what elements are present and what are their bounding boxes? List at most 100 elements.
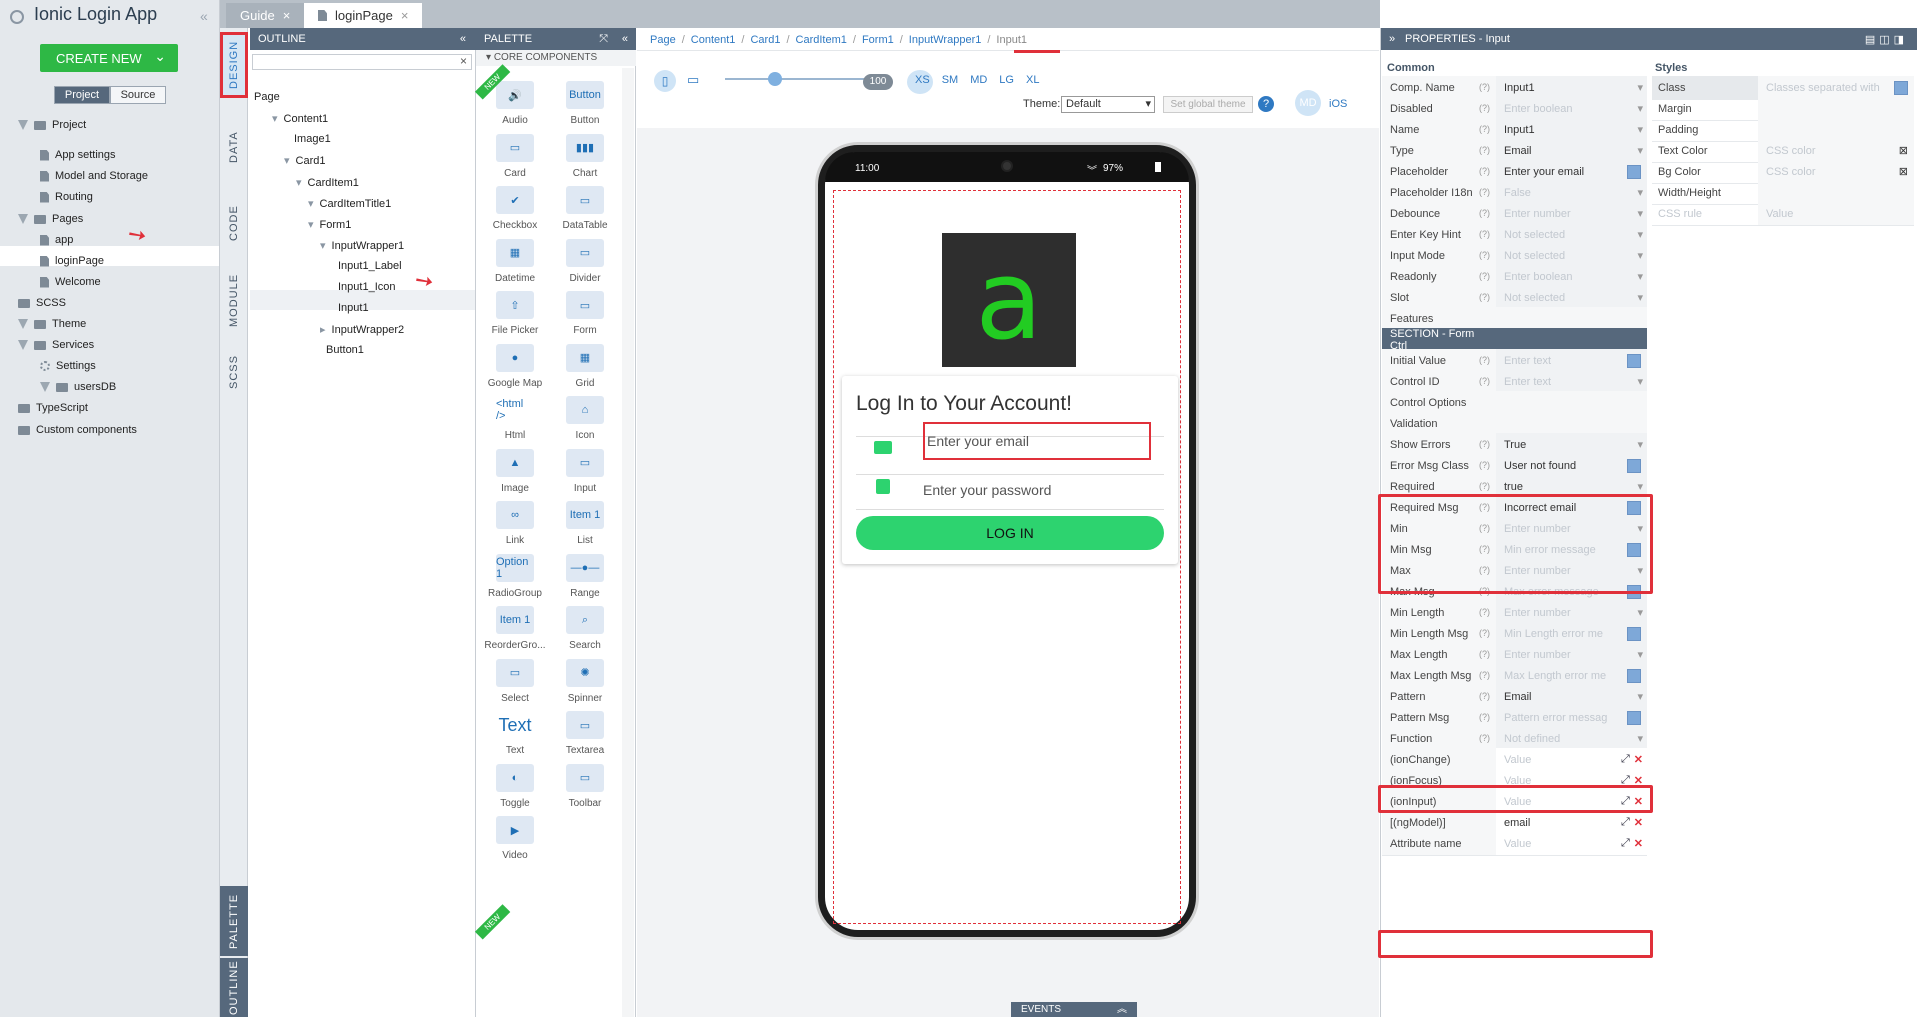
fold-icon[interactable]: ▾ [308,197,314,210]
events-bar[interactable]: EVENTS ︽ [1011,1002,1137,1017]
tree-item[interactable]: usersDB [40,381,116,393]
chevron-down-icon[interactable]: ▾ [1637,102,1643,115]
tree-item[interactable]: Project [18,119,86,131]
tree-item[interactable]: Pages [18,213,83,225]
help-icon[interactable]: (?) [1479,649,1490,661]
edit-text-icon[interactable] [1627,353,1641,368]
property-value[interactable]: true [1504,481,1523,493]
zoom-slider[interactable] [725,78,865,80]
zoom-slider-handle[interactable] [768,72,782,86]
palette-item[interactable]: ▭ Card [480,123,550,183]
expand-icon[interactable]: ⤢ [1621,816,1630,829]
help-icon[interactable]: (?) [1479,733,1490,745]
tree-item[interactable]: app [40,234,73,246]
palette-item[interactable]: ▶ Video [480,805,550,865]
property-value[interactable]: Enter text [1504,376,1551,388]
property-value[interactable]: Value [1504,838,1531,850]
outline-item[interactable]: ▾ Content1 [272,112,328,126]
chevron-down-icon[interactable]: ▾ [1637,732,1643,745]
tab-palette[interactable]: PALETTE [220,886,248,956]
property-value[interactable]: Enter boolean [1504,271,1573,283]
chevron-down-icon[interactable]: ▾ [1637,123,1643,136]
palette-item[interactable]: ⌂ Icon [550,385,620,445]
size-lg[interactable]: LG [999,74,1014,86]
chevron-down-icon[interactable]: ▾ [1637,291,1643,304]
fold-icon[interactable] [18,340,28,350]
tree-item[interactable]: Services [18,339,94,351]
style-value[interactable]: CSS color [1766,166,1816,178]
tablet-device-icon[interactable]: ▭ [687,72,705,90]
chevron-down-icon[interactable]: ▾ [1637,270,1643,283]
property-value[interactable]: False [1504,187,1531,199]
chevron-down-icon[interactable]: ▾ [1637,690,1643,703]
style-row[interactable]: CSS rule Value [1652,202,1914,226]
property-row[interactable]: Attribute name Value ⤢ ✕ [1382,832,1647,856]
breadcrumb-item[interactable]: Card1 [750,34,780,46]
property-value[interactable]: email [1504,817,1530,829]
tree-item[interactable]: SCSS [18,297,66,309]
palette-item[interactable]: ▦ Grid [550,333,620,393]
tab-scss[interactable]: SCSS [220,342,248,402]
palette-item[interactable]: ◐ Toggle [480,753,550,813]
edit-text-icon[interactable] [1627,710,1641,725]
edit-text-icon[interactable] [1894,80,1908,95]
size-sm[interactable]: SM [942,74,959,86]
edit-text-icon[interactable] [1627,668,1641,683]
property-value[interactable]: Not selected [1504,250,1565,262]
fold-icon[interactable]: ▾ [272,112,278,125]
help-icon[interactable]: (?) [1479,712,1490,724]
tab-code[interactable]: CODE [220,188,248,258]
outline-item[interactable]: Input1 [338,302,369,314]
source-tab[interactable]: Source [110,86,166,104]
palette-item[interactable]: Item 1 ReorderGro... [480,595,550,655]
chevron-down-icon[interactable]: ▾ [1637,606,1643,619]
outline-item[interactable]: Page [254,91,280,103]
help-icon[interactable]: ? [1258,96,1274,112]
fold-icon[interactable]: ▾ [284,154,290,167]
outline-item[interactable]: ▾ Card1 [284,154,326,168]
tree-item[interactable]: Model and Storage [40,170,148,182]
palette-item[interactable]: ▭ DataTable [550,175,620,235]
login-button[interactable]: LOG IN [856,516,1164,550]
breadcrumb-item[interactable]: Form1 [862,34,894,46]
collapse-icon[interactable]: « [200,8,208,24]
size-md[interactable]: MD [970,74,987,86]
property-value[interactable]: Value [1504,754,1531,766]
property-value[interactable]: User not found [1504,460,1576,472]
clear-icon[interactable]: × [460,54,467,68]
fold-icon[interactable] [18,120,28,130]
breadcrumb-item[interactable]: InputWrapper1 [909,34,982,46]
expand-icon[interactable]: ⤢ [1621,837,1630,850]
palette-item[interactable]: ✺ Spinner [550,648,620,708]
scrollbar[interactable] [622,68,634,1017]
outline-item[interactable]: ▾ CardItem1 [296,176,359,190]
create-new-button[interactable]: CREATE NEW ⌄ [40,44,178,72]
help-icon[interactable]: (?) [1479,124,1490,136]
expand-icon[interactable]: ⤧ [599,33,608,46]
property-value[interactable]: Min Length error me [1504,628,1603,640]
property-value[interactable]: Enter number [1504,607,1571,619]
tree-item[interactable]: Welcome [40,276,101,288]
palette-item[interactable]: ∞ Link [480,490,550,550]
tree-item[interactable]: Custom components [18,424,137,436]
tab-data[interactable]: DATA [220,112,248,182]
breadcrumb-item[interactable]: CardItem1 [796,34,847,46]
help-icon[interactable]: (?) [1479,691,1490,703]
palette-item[interactable]: ✔ Checkbox [480,175,550,235]
edit-text-icon[interactable] [1627,626,1641,641]
tree-item[interactable]: Routing [40,191,93,203]
collapse-icon[interactable]: « [460,33,466,45]
help-icon[interactable]: (?) [1479,82,1490,94]
help-icon[interactable]: (?) [1479,187,1490,199]
outline-item[interactable]: Input1_Icon [338,281,396,293]
property-value[interactable]: Pattern error messag [1504,712,1607,724]
help-icon[interactable]: (?) [1479,103,1490,115]
tree-item[interactable]: loginPage [40,255,104,267]
help-icon[interactable]: (?) [1479,376,1490,388]
help-icon[interactable]: (?) [1479,460,1490,472]
help-icon[interactable]: (?) [1479,271,1490,283]
breadcrumb-item[interactable]: Input1 [996,34,1027,46]
chevron-down-icon[interactable]: ▾ [1637,228,1643,241]
help-icon[interactable]: (?) [1479,250,1490,262]
layout-icons[interactable]: ▤◫◨ [1865,33,1908,46]
